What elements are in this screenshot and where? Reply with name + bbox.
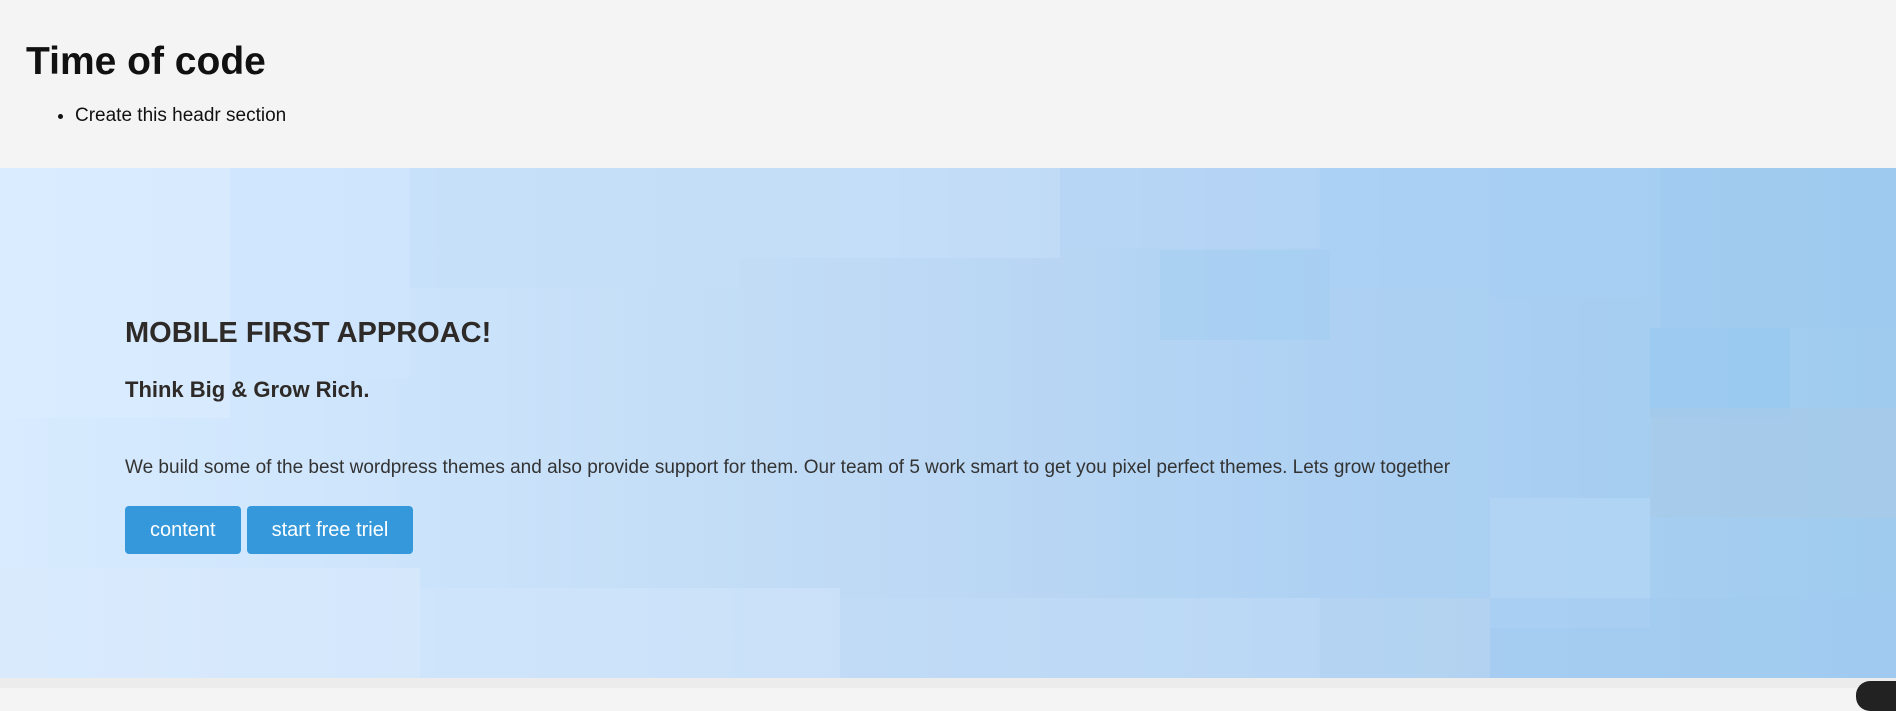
bottom-edge xyxy=(0,678,1896,688)
task-item: Create this headr section xyxy=(75,104,286,129)
background-tile xyxy=(420,588,840,678)
background-tile xyxy=(840,598,1320,678)
background-tile xyxy=(1320,168,1490,288)
background-tile xyxy=(0,568,420,678)
page-title: Time of code xyxy=(26,40,266,83)
background-tile xyxy=(1490,168,1660,298)
hero-subtitle: Think Big & Grow Rich. xyxy=(125,377,370,402)
background-tile xyxy=(1160,250,1330,340)
background-tile xyxy=(1490,598,1896,678)
background-tile xyxy=(1650,328,1790,418)
background-tile xyxy=(1650,408,1896,518)
background-tile xyxy=(410,168,740,288)
content-button[interactable]: content xyxy=(125,506,241,554)
background-tile xyxy=(1320,598,1490,678)
corner-widget xyxy=(1856,681,1896,711)
hero-title: MOBILE FIRST APPROAC! xyxy=(125,317,492,349)
background-tile xyxy=(1060,168,1320,248)
page-header: Time of code Create this headr section xyxy=(0,0,1896,168)
hero-section: MOBILE FIRST APPROAC! Think Big & Grow R… xyxy=(0,168,1896,678)
hero-buttons: content start free triel xyxy=(125,506,414,554)
start-free-trial-button[interactable]: start free triel xyxy=(246,506,414,554)
hero-description: We build some of the best wordpress them… xyxy=(125,457,1451,478)
background-tile xyxy=(1660,168,1896,328)
task-list: Create this headr section xyxy=(26,104,286,129)
background-tile xyxy=(740,168,1060,258)
